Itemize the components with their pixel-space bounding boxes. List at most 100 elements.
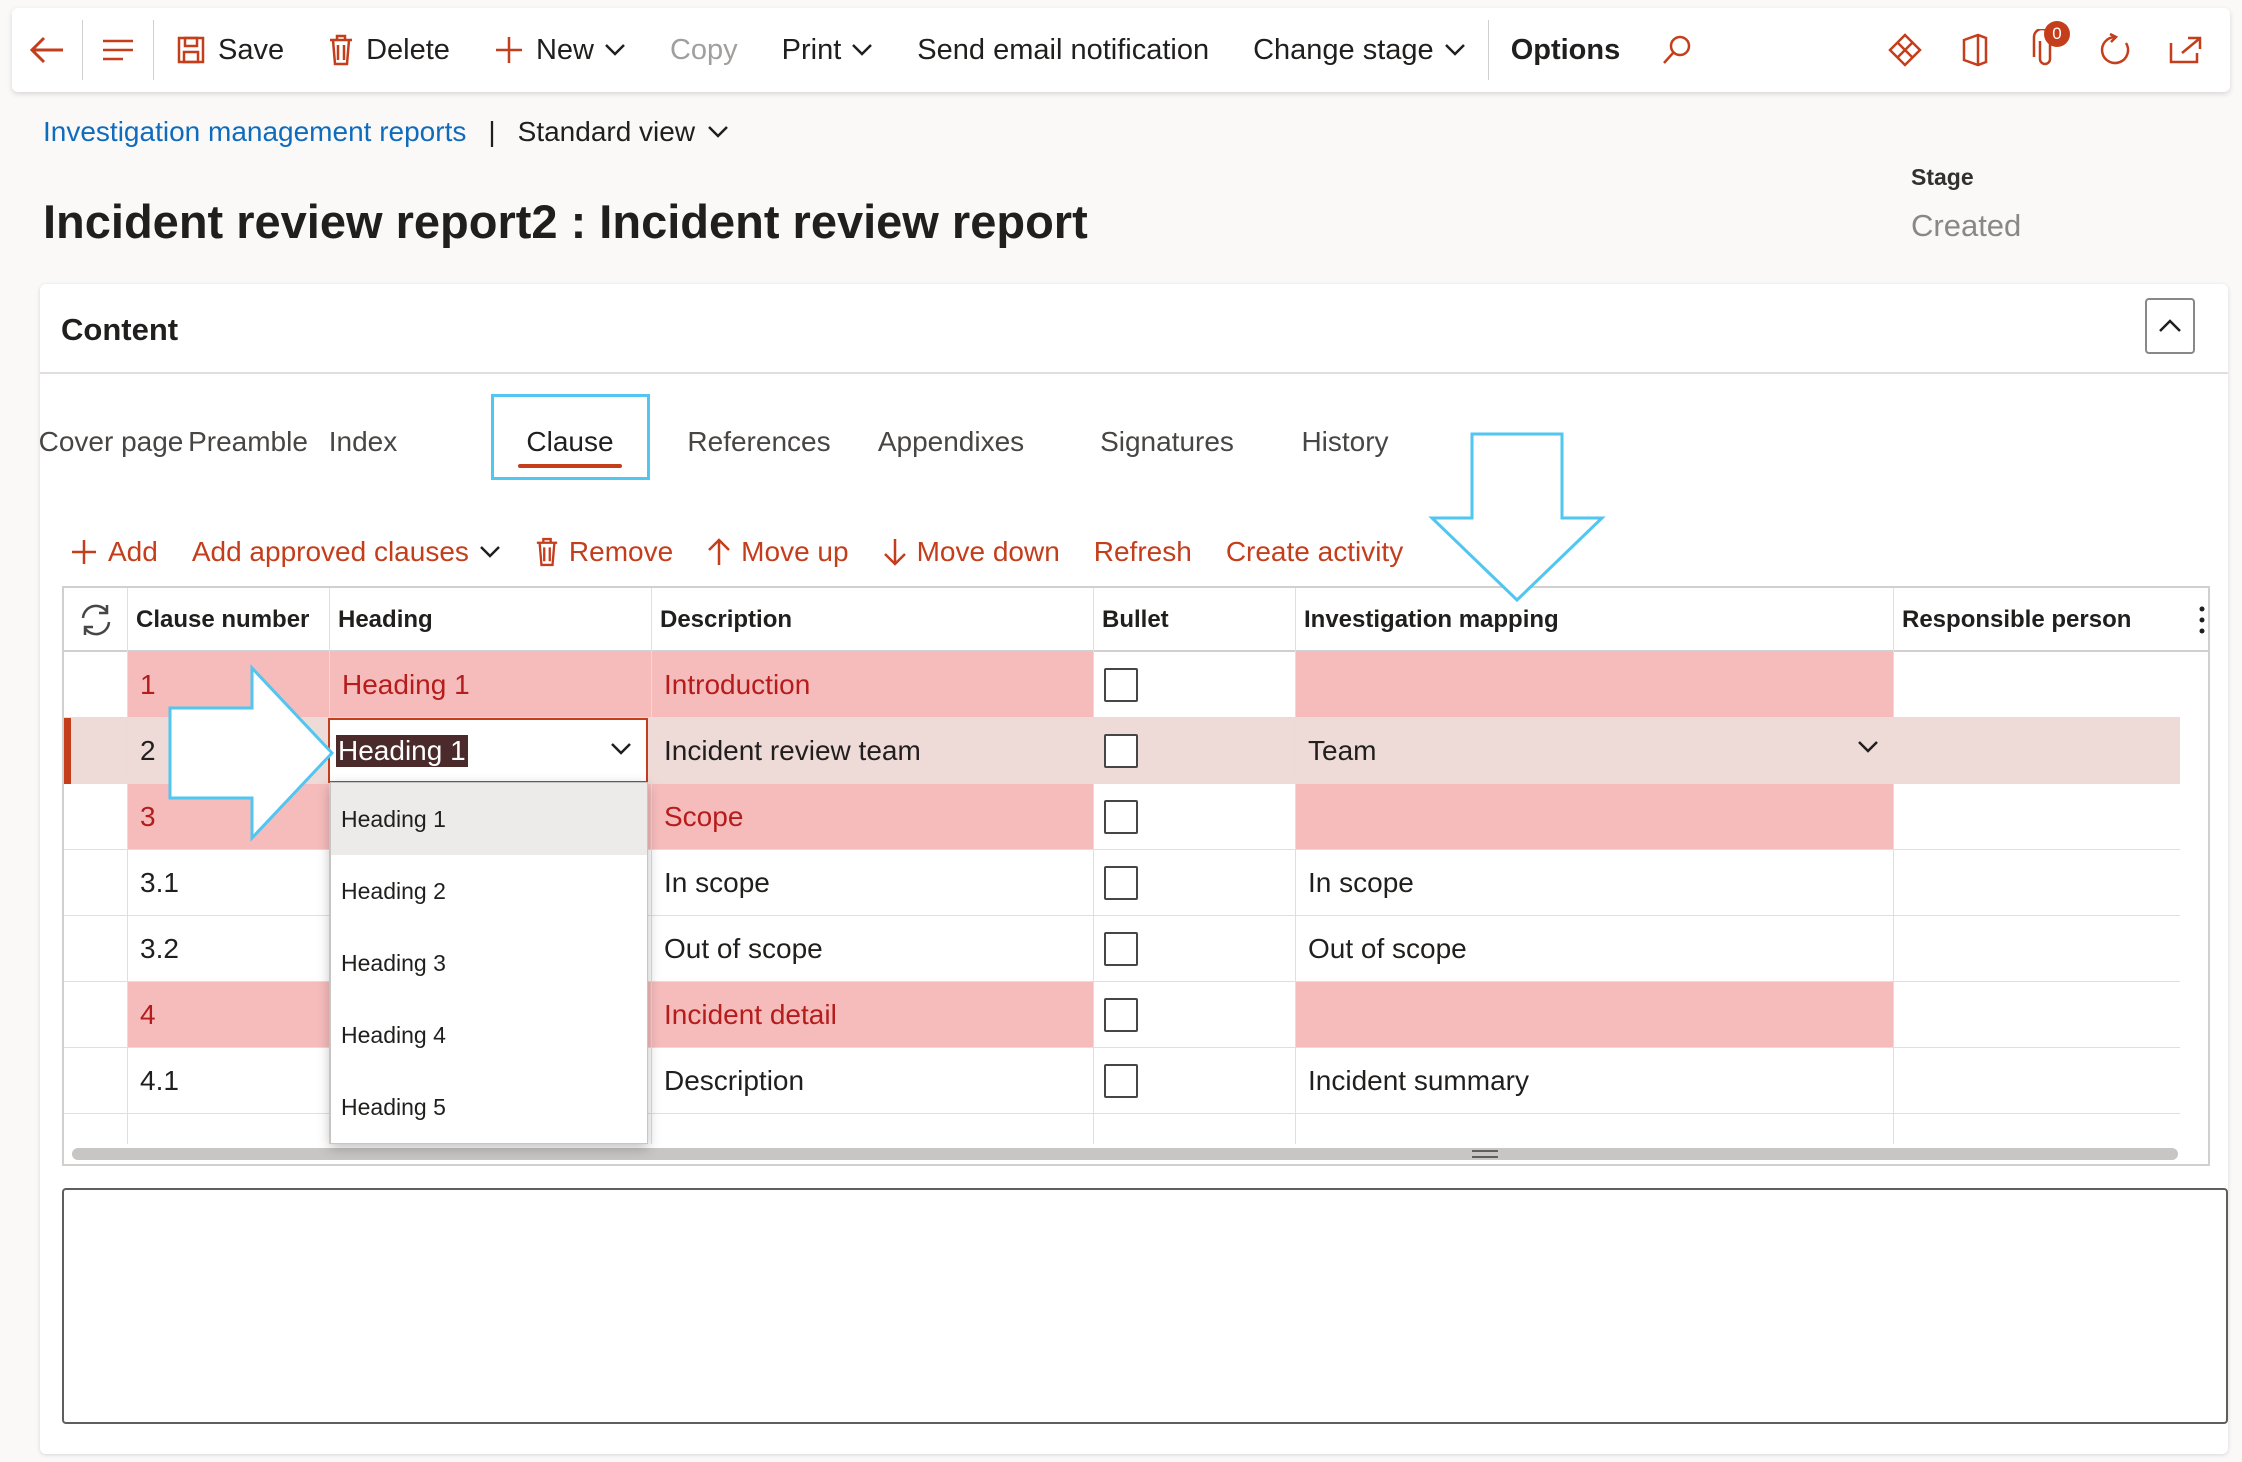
bullet-checkbox[interactable] (1104, 865, 1138, 900)
search-button[interactable] (1642, 8, 1712, 92)
move-up-button[interactable]: Move up (707, 536, 849, 568)
resize-grip-icon[interactable] (1472, 1150, 1498, 1158)
tab-index[interactable]: Index (314, 402, 412, 482)
investigation-mapping-cell[interactable] (1296, 652, 1894, 717)
clause-number-cell[interactable]: 3.2 (128, 916, 330, 981)
send-email-notification-button[interactable]: Send email notification (895, 8, 1231, 92)
action-pane: Save Delete New Copy Print Send email no… (12, 8, 2230, 92)
tab-preamble[interactable]: Preamble (182, 402, 314, 482)
menu-button[interactable] (83, 8, 153, 92)
column-header-heading[interactable]: Heading (330, 588, 652, 652)
tab-appendixes[interactable]: Appendixes (840, 402, 1062, 482)
description-cell[interactable]: Incident detail (652, 982, 1094, 1047)
row-selector[interactable] (64, 916, 128, 981)
investigation-mapping-cell[interactable]: Out of scope (1296, 916, 1894, 981)
description-cell[interactable]: Out of scope (652, 916, 1094, 981)
new-button[interactable]: New (472, 8, 648, 92)
add-button[interactable]: Add (70, 536, 158, 568)
tab-references[interactable]: References (648, 402, 870, 482)
column-header-description[interactable]: Description (652, 588, 1094, 652)
view-selector[interactable]: Standard view (518, 116, 729, 148)
investigation-mapping-cell[interactable] (1296, 982, 1894, 1047)
row-selector[interactable] (64, 718, 128, 783)
back-button[interactable] (12, 8, 82, 92)
bullet-checkbox[interactable] (1104, 733, 1138, 768)
clause-number-cell[interactable]: 3.1 (128, 850, 330, 915)
remove-button[interactable]: Remove (535, 536, 673, 568)
fasttab-title[interactable]: Content (61, 312, 178, 348)
description-cell[interactable]: In scope (652, 850, 1094, 915)
refresh-label: Refresh (1093, 536, 1192, 567)
heading-cell[interactable]: Heading 1 (330, 652, 652, 717)
investigation-mapping-cell[interactable]: Team (1296, 718, 1894, 783)
dropdown-option-heading-5[interactable]: Heading 5 (331, 1071, 647, 1143)
clause-number-cell[interactable]: 4 (128, 982, 330, 1047)
responsible-person-cell[interactable] (1894, 982, 2180, 1047)
tab-cover-page[interactable]: Cover page (39, 402, 184, 482)
tab-label: References (687, 426, 831, 457)
grid-refresh-button[interactable] (64, 588, 128, 652)
investigation-mapping-cell[interactable] (1296, 784, 1894, 849)
clause-text-editor[interactable] (62, 1188, 2228, 1424)
row-selector[interactable] (64, 982, 128, 1047)
heading-dropdown-input[interactable]: Heading 1 (328, 718, 648, 783)
table-row[interactable]: 1 Heading 1 Introduction (64, 652, 2180, 718)
responsible-person-cell[interactable] (1894, 652, 2180, 717)
description-cell[interactable]: Incident review team (652, 718, 1094, 783)
row-selector[interactable] (64, 1048, 128, 1113)
column-header-bullet[interactable]: Bullet (1094, 588, 1296, 652)
dropdown-option-heading-3[interactable]: Heading 3 (331, 927, 647, 999)
responsible-person-cell[interactable] (1894, 850, 2180, 915)
column-options-button[interactable] (2198, 588, 2206, 652)
clause-number-cell[interactable]: 4.1 (128, 1048, 330, 1113)
copy-button[interactable]: Copy (648, 8, 760, 92)
responsible-person-cell[interactable] (1894, 916, 2180, 981)
table-row-selected[interactable]: 2 Heading 1 Incident review team Team (64, 718, 2180, 784)
description-cell[interactable]: Introduction (652, 652, 1094, 717)
print-button[interactable]: Print (760, 8, 896, 92)
tab-signatures[interactable]: Signatures (1062, 402, 1272, 482)
change-stage-button[interactable]: Change stage (1231, 8, 1488, 92)
open-new-window-button[interactable] (2150, 8, 2220, 92)
row-selector[interactable] (64, 784, 128, 849)
dropdown-option-heading-2[interactable]: Heading 2 (331, 855, 647, 927)
description-cell[interactable]: Description (652, 1048, 1094, 1113)
description-cell[interactable]: Scope (652, 784, 1094, 849)
add-approved-clauses-button[interactable]: Add approved clauses (192, 536, 501, 568)
heading-input-value: Heading 1 (336, 734, 468, 767)
power-apps-button[interactable] (1870, 8, 1940, 92)
delete-button[interactable]: Delete (306, 8, 472, 92)
save-button[interactable]: Save (154, 8, 306, 92)
horizontal-scrollbar[interactable] (72, 1148, 2178, 1160)
responsible-person-cell[interactable] (1894, 718, 2180, 783)
bullet-checkbox[interactable] (1104, 997, 1138, 1032)
attachments-button[interactable]: 0 (2010, 8, 2080, 92)
investigation-mapping-cell[interactable]: Incident summary (1296, 1048, 1894, 1113)
move-down-button[interactable]: Move down (883, 536, 1060, 568)
column-header-clause-number[interactable]: Clause number (128, 588, 330, 652)
tab-highlight-annotation (491, 394, 650, 480)
dropdown-option-heading-4[interactable]: Heading 4 (331, 999, 647, 1071)
row-selector[interactable] (64, 850, 128, 915)
bullet-checkbox[interactable] (1104, 667, 1138, 702)
bullet-checkbox[interactable] (1104, 1063, 1138, 1098)
bullet-checkbox[interactable] (1104, 799, 1138, 834)
breadcrumb-link[interactable]: Investigation management reports (43, 116, 466, 148)
collapse-button[interactable] (2145, 298, 2195, 354)
responsible-person-cell[interactable] (1894, 784, 2180, 849)
investigation-mapping-cell[interactable]: In scope (1296, 850, 1894, 915)
right-arrow-annotation-icon (168, 664, 335, 842)
dropdown-option-heading-1[interactable]: Heading 1 (331, 783, 647, 855)
column-header-responsible-person[interactable]: Responsible person (1894, 588, 2180, 652)
responsible-person-cell[interactable] (1894, 1048, 2180, 1113)
refresh-page-button[interactable] (2080, 8, 2150, 92)
office-button[interactable] (1940, 8, 2010, 92)
refresh-button[interactable]: Refresh (1094, 536, 1192, 568)
options-button[interactable]: Options (1489, 8, 1643, 92)
chevron-down-icon (611, 743, 631, 755)
row-selector[interactable] (64, 652, 128, 717)
tab-history[interactable]: History (1258, 402, 1432, 482)
create-activity-button[interactable]: Create activity (1226, 536, 1403, 568)
bullet-checkbox[interactable] (1104, 931, 1138, 966)
chevron-down-icon (605, 44, 625, 56)
